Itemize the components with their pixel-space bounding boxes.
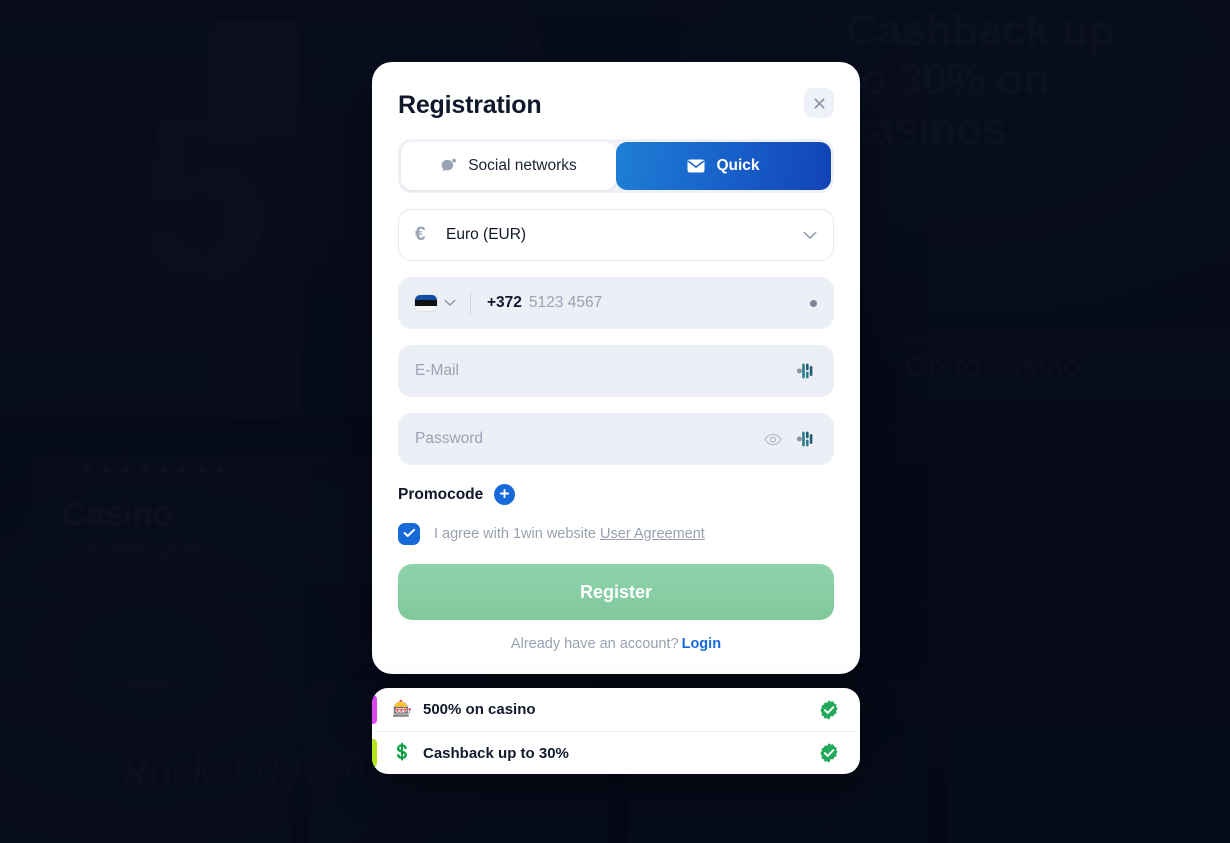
phone-input[interactable]: 5123 4567 bbox=[529, 294, 810, 312]
tab-social-networks[interactable]: Social networks bbox=[401, 142, 616, 190]
login-row: Already have an account? Login bbox=[398, 636, 834, 652]
register-button[interactable]: Register bbox=[398, 564, 834, 620]
agreement-row: I agree with 1win website User Agreement bbox=[398, 523, 834, 545]
bonus-label: Cashback up to 30% bbox=[423, 744, 569, 762]
tab-quick[interactable]: Quick bbox=[616, 142, 831, 190]
currency-select[interactable]: € Euro (EUR) bbox=[398, 209, 834, 261]
registration-dialog: Registration Social networks Quick € Eur… bbox=[372, 62, 860, 774]
dollar-coin-icon: 💲 bbox=[392, 744, 412, 761]
bonus-label: 500% on casino bbox=[423, 701, 536, 718]
login-prompt: Already have an account? bbox=[510, 636, 679, 652]
email-field[interactable]: E-Mail bbox=[398, 345, 834, 397]
promocode-label: Promocode bbox=[398, 485, 484, 503]
list-item[interactable]: 🎰 500% on casino bbox=[372, 688, 860, 731]
password-input[interactable]: Password bbox=[415, 430, 764, 448]
close-icon bbox=[812, 96, 827, 111]
bonus-list: 🎰 500% on casino 💲 Cashback up to 30% bbox=[372, 688, 860, 774]
estonia-flag-icon[interactable] bbox=[415, 295, 437, 311]
user-agreement-link[interactable]: User Agreement bbox=[600, 526, 705, 542]
tab-quick-label: Quick bbox=[716, 157, 760, 174]
status-dot-icon bbox=[810, 299, 817, 307]
euro-symbol-icon: € bbox=[415, 224, 426, 245]
country-chevron-down-icon[interactable] bbox=[444, 299, 456, 307]
chevron-down-icon bbox=[803, 231, 817, 240]
phone-field[interactable]: +372 5123 4567 bbox=[398, 277, 834, 329]
bonus-accent-bar bbox=[372, 739, 377, 767]
modal-header: Registration bbox=[398, 88, 834, 120]
bonus-accent-bar bbox=[372, 695, 377, 724]
agreement-text-label: I agree with 1win website bbox=[434, 526, 596, 542]
verified-check-icon bbox=[818, 699, 840, 721]
agreement-text: I agree with 1win website User Agreement bbox=[434, 526, 705, 542]
verified-check-icon bbox=[818, 742, 840, 764]
password-manager-icon[interactable] bbox=[795, 360, 817, 382]
field-divider bbox=[470, 292, 471, 314]
eye-icon[interactable] bbox=[764, 433, 782, 446]
plus-icon bbox=[499, 487, 510, 502]
password-field[interactable]: Password bbox=[398, 413, 834, 465]
envelope-icon bbox=[687, 159, 705, 173]
check-icon bbox=[403, 525, 416, 543]
slot-machine-icon: 🎰 bbox=[392, 700, 412, 718]
promocode-row: Promocode bbox=[398, 484, 834, 505]
list-item[interactable]: 💲 Cashback up to 30% bbox=[372, 731, 860, 774]
currency-select-value: Euro (EUR) bbox=[446, 226, 527, 243]
add-promocode-button[interactable] bbox=[494, 484, 516, 505]
login-link[interactable]: Login bbox=[682, 636, 721, 652]
registration-method-tabs: Social networks Quick bbox=[398, 139, 834, 193]
password-manager-icon[interactable] bbox=[795, 428, 817, 450]
close-button[interactable] bbox=[804, 88, 834, 118]
agreement-checkbox[interactable] bbox=[398, 523, 420, 545]
chat-bubble-icon bbox=[440, 158, 457, 174]
registration-modal: Registration Social networks Quick € Eur… bbox=[372, 62, 860, 674]
phone-dial-code: +372 bbox=[487, 294, 522, 311]
tab-social-networks-label: Social networks bbox=[468, 157, 577, 174]
email-input[interactable]: E-Mail bbox=[415, 362, 795, 380]
page-title: Registration bbox=[398, 91, 542, 119]
